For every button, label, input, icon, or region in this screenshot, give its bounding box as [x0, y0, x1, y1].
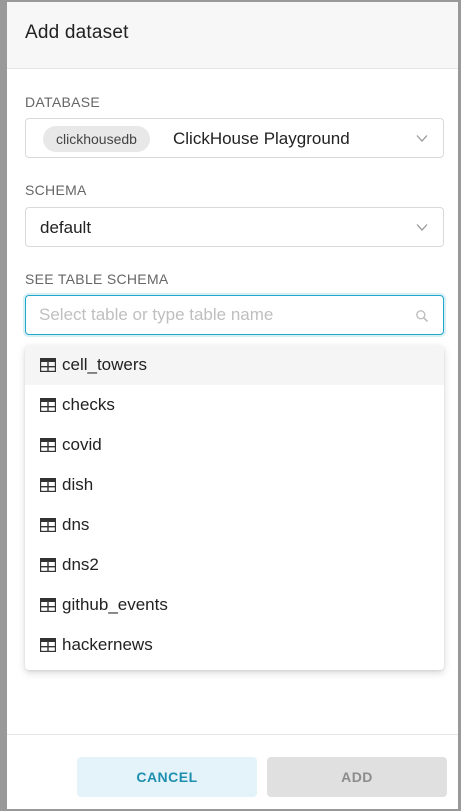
database-value: ClickHouse Playground	[173, 129, 350, 148]
table-option[interactable]: dns2	[25, 545, 444, 585]
table-icon	[39, 437, 57, 457]
search-icon	[415, 309, 429, 328]
database-badge: clickhousedb	[43, 126, 150, 152]
table-option-label: github_events	[62, 595, 168, 614]
table-icon	[39, 637, 57, 657]
table-option-label: hackernews	[62, 635, 153, 654]
chevron-down-icon	[415, 131, 429, 145]
cancel-button[interactable]: CANCEL	[77, 757, 257, 797]
table-option-label: covid	[62, 435, 102, 454]
modal-footer: CANCEL ADD	[7, 734, 458, 809]
table-option[interactable]: cell_towers	[25, 345, 444, 385]
table-option[interactable]: checks	[25, 385, 444, 425]
schema-value: default	[40, 218, 92, 237]
table-search-input[interactable]	[39, 304, 399, 326]
table-option[interactable]: hackernews	[25, 625, 444, 665]
schema-select[interactable]: default	[25, 207, 444, 247]
table-icon	[39, 477, 57, 497]
table-icon	[39, 397, 57, 417]
table-option[interactable]: dns	[25, 505, 444, 545]
table-icon	[39, 557, 57, 577]
table-icon	[39, 597, 57, 617]
table-schema-label: SEE TABLE SCHEMA	[25, 271, 169, 287]
table-option-label: cell_towers	[62, 355, 148, 374]
table-option[interactable]: github_events	[25, 585, 444, 625]
table-option[interactable]: covid	[25, 425, 444, 465]
schema-label: SCHEMA	[25, 182, 87, 198]
table-option[interactable]: dish	[25, 465, 444, 505]
table-option-label: checks	[62, 395, 115, 414]
database-label: DATABASE	[25, 94, 101, 110]
table-option-label: dns	[62, 515, 90, 534]
modal-header: Add dataset	[7, 2, 458, 69]
chevron-down-icon	[415, 220, 429, 234]
modal-title: Add dataset	[25, 22, 129, 43]
database-select[interactable]: clickhousedb ClickHouse Playground	[25, 118, 444, 158]
table-dropdown: cell_towerschecks covid dish dns dns2 github_…	[25, 345, 444, 670]
table-icon	[39, 517, 57, 537]
table-option-label: dish	[62, 475, 94, 494]
table-icon	[39, 357, 57, 377]
table-search[interactable]	[25, 295, 444, 335]
table-option-label: dns2	[62, 555, 99, 574]
add-button[interactable]: ADD	[267, 757, 447, 797]
